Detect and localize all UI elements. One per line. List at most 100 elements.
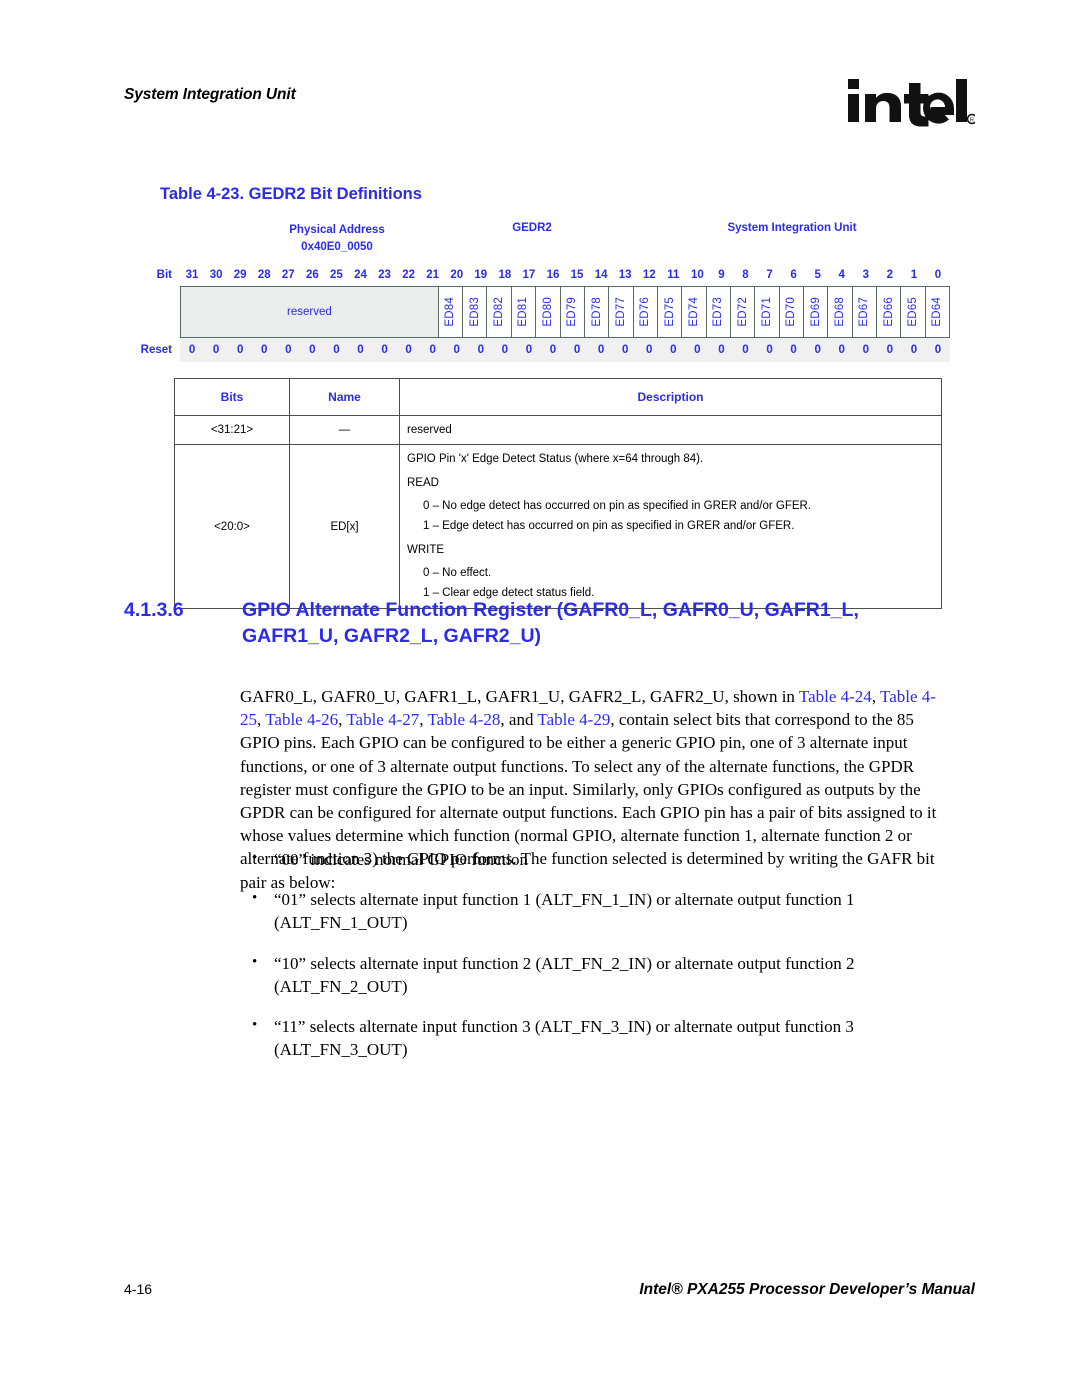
- cell-name: —: [289, 414, 400, 446]
- xref-table-4-24[interactable]: Table 4-24: [799, 687, 872, 706]
- description-line: 0 – No effect.: [423, 567, 492, 580]
- field-cell-ed73: ED73: [706, 287, 731, 337]
- bit-number-11: 11: [667, 269, 680, 281]
- bit-number-8: 8: [742, 269, 749, 281]
- section-heading: 4.1.3.6 GPIO Alternate Function Register…: [124, 598, 954, 649]
- bit-number-30: 30: [209, 269, 223, 281]
- reset-value-cells: 0 0 0 0 0 0 0 0 0 0 0 0 0 0 0 0 0 0 0 0 0 0 0 0 0 0 0 0 0 0 0 0: [180, 338, 950, 362]
- bit-number-16: 16: [546, 269, 560, 281]
- reset-value-bit-10: 0: [694, 344, 701, 356]
- list-item: • “11” selects alternate input function 3…: [240, 1015, 940, 1061]
- bit-number-4: 4: [838, 269, 845, 281]
- paragraph-lead-in: GAFR0_L, GAFR0_U, GAFR1_L, GAFR1_U, GAFR…: [240, 687, 799, 706]
- bit-number-12: 12: [642, 269, 656, 281]
- list-item-label: “01” selects alternate input function 1 …: [274, 890, 855, 933]
- field-cell-ed72: ED72: [730, 287, 756, 337]
- bit-number-24: 24: [354, 269, 367, 281]
- reset-value-bit-24: 0: [357, 344, 364, 356]
- bit-number-21: 21: [426, 269, 440, 281]
- cell-name: ED[x]: [289, 444, 400, 610]
- reset-value-bit-17: 0: [525, 344, 533, 356]
- bit-number-cells: 31 30 29 28 27 26 25 24 23 22 21 20 19 18 17 16 15 14 13 12…: [180, 264, 950, 286]
- register-name: GEDR2: [512, 222, 552, 234]
- reset-value-bit-15: 0: [573, 344, 581, 356]
- description-line: READ: [407, 476, 439, 489]
- reset-value-bit-28: 0: [261, 344, 268, 356]
- reset-value-bit-11: 0: [670, 344, 677, 356]
- xref-table-4-28[interactable]: Table 4-28: [427, 710, 500, 729]
- reset-value-bit-9: 0: [718, 344, 725, 356]
- intel-logo: R: [848, 79, 975, 127]
- field-cell-ed75: ED75: [657, 287, 683, 337]
- reset-value-bit-3: 0: [862, 344, 869, 356]
- reset-value-bit-31: 0: [188, 344, 196, 356]
- bit-number-1: 1: [910, 269, 918, 281]
- reset-value-bit-30: 0: [212, 344, 220, 356]
- list-item: • “00” indicates normal GPIO function: [240, 848, 940, 871]
- list-item-label: “10” selects alternate input function 2 …: [274, 953, 855, 996]
- field-cell-ed82: ED82: [487, 287, 512, 337]
- register-diagram-meta: Physical Address 0x40E0_0050 GEDR2 Syste…: [132, 222, 950, 264]
- reset-value-bit-14: 0: [597, 344, 605, 356]
- description-line: reserved: [407, 424, 452, 436]
- field-cell-ed69: ED69: [803, 287, 829, 337]
- bit-number-29: 29: [233, 269, 247, 281]
- reset-value-bit-1: 0: [910, 344, 918, 356]
- reset-value-bit-0: 0: [934, 344, 942, 356]
- bit-number-row: Bit 31 30 29 28 27 26 25 24 23 22 21 20 19 18 17 16 15 14…: [132, 264, 950, 286]
- field-cell-ed64: ED64: [925, 287, 949, 337]
- bit-number-23: 23: [378, 269, 391, 281]
- reset-value-bit-21: 0: [429, 344, 436, 356]
- bit-number-15: 15: [570, 269, 584, 281]
- reset-value-bit-27: 0: [285, 344, 292, 356]
- bit-number-5: 5: [814, 269, 821, 281]
- reset-value-bit-26: 0: [309, 344, 316, 356]
- bullet-list: • “00” indicates normal GPIO function • “01…: [240, 848, 940, 1061]
- xref-table-4-29[interactable]: Table 4-29: [537, 710, 610, 729]
- reset-value-bit-2: 0: [886, 344, 894, 356]
- field-cell-ed65: ED65: [901, 287, 926, 337]
- table-header-row: Bits Name Description: [174, 378, 942, 416]
- table-row: <31:21> — reserved: [174, 414, 942, 446]
- bit-row-label: Bit: [156, 269, 172, 281]
- physical-address-block: Physical Address 0x40E0_0050: [242, 222, 432, 255]
- xref-table-4-26[interactable]: Table 4-26: [265, 710, 338, 729]
- reset-value-bit-23: 0: [381, 344, 388, 356]
- reset-value-bit-6: 0: [790, 344, 797, 356]
- field-cell-ed67: ED67: [852, 287, 877, 337]
- reset-value-bit-22: 0: [405, 344, 412, 356]
- bit-number-22: 22: [402, 269, 415, 281]
- description-line: 1 – Edge detect has occurred on pin as s…: [423, 519, 795, 532]
- bullet-dot-icon: •: [252, 1017, 258, 1034]
- section-number: 4.1.3.6: [124, 599, 184, 621]
- reset-value-bit-18: 0: [501, 344, 509, 356]
- running-head: System Integration Unit: [124, 86, 296, 103]
- reset-value-row: Reset 0 0 0 0 0 0 0 0 0 0 0 0 0 0 0 0 0 0 0 0 0 0 0 0 0 0 0 0 0 0 0 0: [132, 338, 950, 362]
- xref-separator-1: ,: [871, 687, 881, 706]
- reset-value-bit-16: 0: [549, 344, 557, 356]
- section-title: GPIO Alternate Function Register (GAFR0_…: [242, 599, 859, 647]
- bit-number-26: 26: [305, 269, 319, 281]
- field-cell-ed84: ED84: [438, 287, 464, 337]
- column-header-name: Name: [289, 378, 400, 416]
- field-cell-ed66: ED66: [876, 287, 902, 337]
- list-item-label: “11” selects alternate input function 3 …: [274, 1017, 854, 1060]
- xref-table-4-27[interactable]: Table 4-27: [346, 710, 419, 729]
- field-cell-ed83: ED83: [463, 287, 488, 337]
- bit-number-19: 19: [474, 269, 488, 281]
- bit-number-10: 10: [690, 269, 704, 281]
- page-number: 4-16: [124, 1281, 153, 1297]
- reset-value-bit-13: 0: [621, 344, 629, 356]
- description-line: WRITE: [407, 543, 445, 556]
- bit-number-28: 28: [257, 269, 271, 281]
- cell-description: GPIO Pin 'x' Edge Detect Status (where x…: [399, 444, 942, 610]
- svg-text:R: R: [970, 118, 974, 124]
- bullet-dot-icon: •: [252, 890, 258, 907]
- field-cell-ed74: ED74: [682, 287, 707, 337]
- field-cell-ed79: ED79: [560, 287, 585, 337]
- physical-address-label: Physical Address: [289, 224, 385, 236]
- bit-field-cells: reserved ED84 ED83 ED82 ED81 ED80 ED79 ED78 ED77…: [180, 286, 950, 338]
- xref-separator-2: ,: [257, 710, 266, 730]
- manual-title: Intel® PXA255 Processor Developer’s Manu…: [639, 1281, 975, 1298]
- bullet-dot-icon: •: [252, 953, 258, 970]
